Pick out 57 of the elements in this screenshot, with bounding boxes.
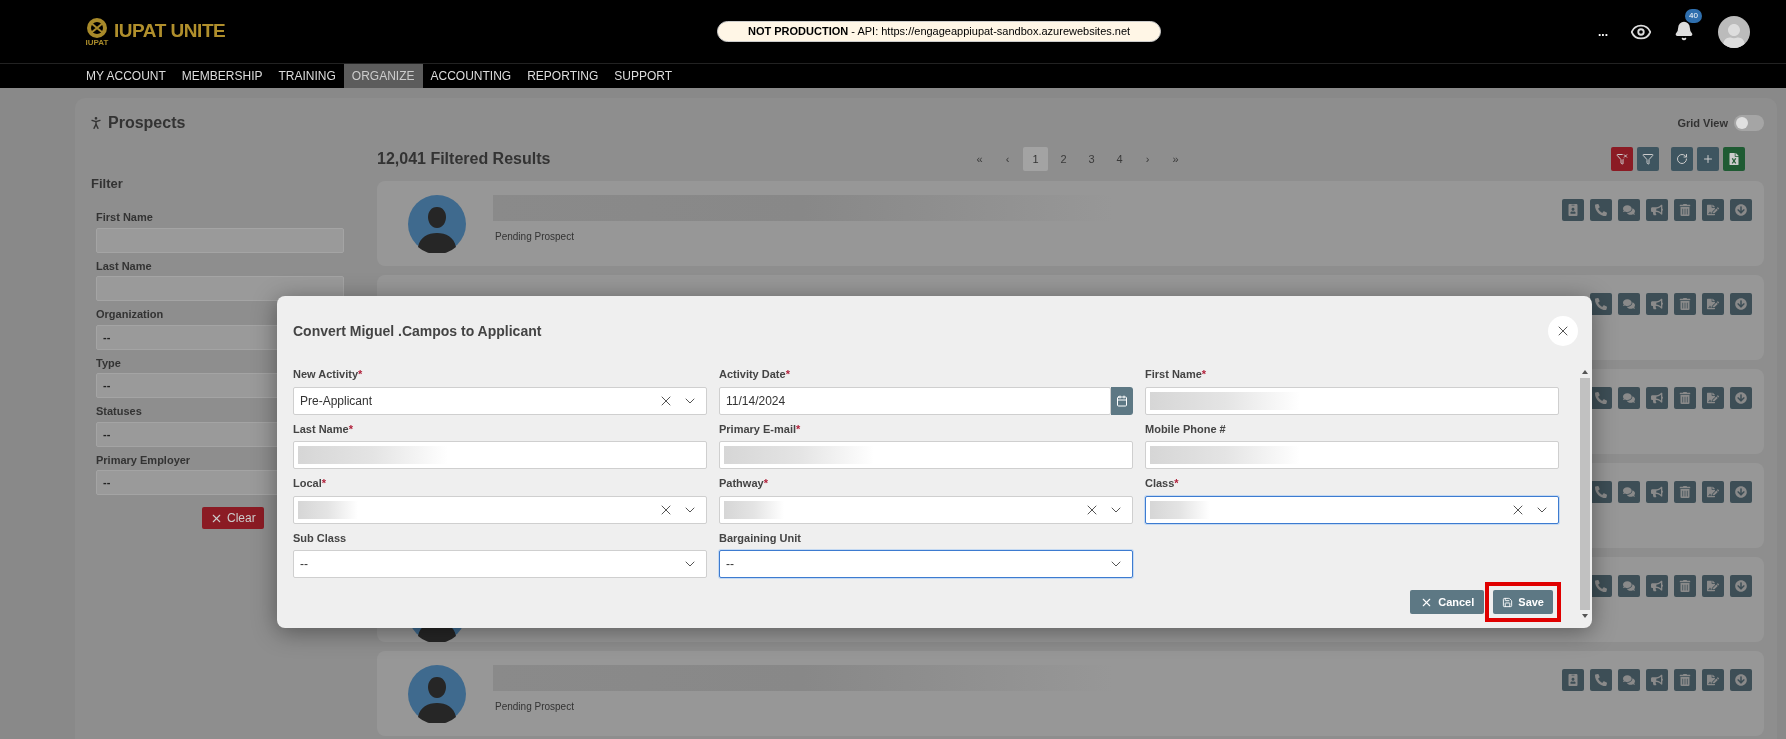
field-value: 11/14/2024 (725, 392, 786, 410)
results-count: 12,041 Filtered Results (377, 149, 552, 169)
nav-tab[interactable]: SUPPORT (606, 64, 681, 88)
environment-banner: NOT PRODUCTION - API: https://engageappiupat-sandbox.azurewebsites.net (717, 21, 1162, 42)
nav-tab[interactable]: TRAINING (270, 64, 344, 88)
filter-label: Organization (96, 307, 165, 322)
select-field[interactable]: -- (719, 550, 1133, 578)
field-value: -- (725, 556, 734, 573)
prospect-card[interactable]: Pending Prospect (377, 651, 1764, 736)
nav-tab[interactable]: ACCOUNTING (422, 64, 520, 88)
field-label: Class* (1145, 476, 1180, 491)
filter-title: Filter (91, 176, 123, 191)
status-text: Pending Prospect (494, 230, 575, 244)
nav-tab[interactable]: MY ACCOUNT (78, 64, 174, 88)
select-value: -- (103, 329, 111, 345)
logo-text: IUPAT UNITE (114, 19, 226, 44)
filter-label: Primary Employer (96, 452, 192, 468)
select-value: -- (103, 475, 111, 491)
grid-view-label: Grid View (1677, 115, 1728, 131)
page-link[interactable]: ‹ (995, 147, 1020, 171)
field-label: Bargaining Unit (719, 530, 802, 546)
page-title: Prospects (108, 113, 186, 133)
field-label: Primary E-mail* (719, 421, 802, 437)
filter-label: Type (96, 355, 122, 371)
filter-label: Last Name (96, 258, 153, 274)
field-label: Activity Date* (719, 367, 791, 382)
field-label: Local* (293, 476, 327, 491)
field-label: First Name* (1145, 367, 1208, 382)
notification-badge: 40 (1685, 8, 1702, 23)
select-field[interactable]: Pre-Applicant (293, 386, 707, 415)
nav-tab[interactable]: ORGANIZE (343, 64, 423, 88)
save-button[interactable]: Save (1493, 590, 1553, 614)
filter-label: Statuses (96, 404, 143, 419)
nav-tab[interactable]: REPORTING (519, 64, 607, 88)
select-field[interactable]: -- (293, 550, 707, 578)
nav-tab[interactable]: MEMBERSHIP (173, 64, 271, 88)
page-link[interactable]: 2 (1051, 147, 1076, 171)
logo-subtext: IUPAT (85, 38, 109, 47)
page-link[interactable]: 1 (1023, 147, 1048, 171)
page-link[interactable]: 4 (1107, 147, 1132, 171)
status-text: Pending Prospect (494, 700, 575, 714)
cancel-button[interactable]: Cancel (1410, 590, 1485, 614)
date-field[interactable]: 11/14/2024 (719, 386, 1111, 415)
field-label: Pathway* (719, 476, 769, 491)
clear-button[interactable]: Clear (202, 507, 264, 529)
page-link[interactable]: 3 (1079, 147, 1104, 171)
select-value: -- (103, 426, 111, 442)
field-label: Mobile Phone # (1145, 421, 1227, 437)
page-link[interactable]: › (1135, 147, 1160, 171)
page-link[interactable]: « (967, 147, 992, 171)
select-value: -- (103, 378, 111, 394)
more-menu[interactable]: ... (1598, 22, 1608, 41)
prospect-card[interactable]: Pending Prospect (377, 181, 1764, 266)
field-label: Sub Class (293, 530, 348, 546)
field-value: -- (299, 556, 308, 573)
page-link[interactable]: » (1163, 147, 1188, 171)
filter-label: First Name (96, 210, 154, 225)
